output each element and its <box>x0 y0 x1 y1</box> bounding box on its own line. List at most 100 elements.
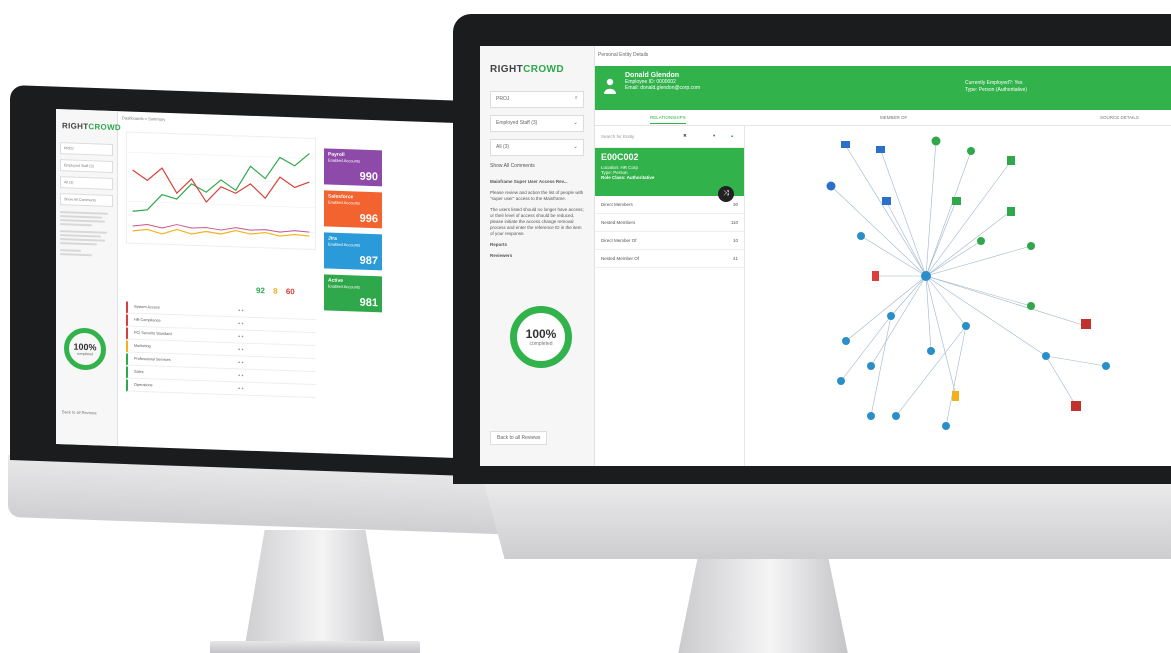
entity-name: Donald Glendon <box>625 72 680 79</box>
list-item[interactable]: Nested Members 110 <box>595 214 744 232</box>
graph-node <box>967 147 975 155</box>
graph-node <box>1042 352 1050 360</box>
review-title: Mainframe Super User Access Rev... <box>490 179 568 184</box>
entity-code: E00C002 <box>601 152 639 162</box>
graph-node <box>882 197 891 205</box>
back-sidebar: RIGHTCROWD PROJ Employed Staff (3) All (… <box>56 109 121 447</box>
back-filter-staff[interactable]: Employed Staff (3) <box>60 159 113 173</box>
back-summary-counts: 92 8 60 <box>256 286 295 296</box>
back-logo: RIGHTCROWD <box>62 121 121 133</box>
front-completion-label: completed <box>529 341 553 347</box>
chevron-down-icon: ⌄ <box>572 120 578 126</box>
graph-node <box>1007 156 1015 165</box>
front-monitor: RIGHTCROWD PROJ ⌕ Employed Staff (3) ⌄ All… <box>453 14 1171 653</box>
tab-member-of[interactable]: MEMBER OF <box>880 115 907 120</box>
graph-node <box>1102 362 1110 370</box>
list-item[interactable]: Nested Member Of 41 <box>595 250 744 268</box>
back-count-yellow: 8 <box>273 286 278 296</box>
back-monitor-foot <box>210 641 420 653</box>
front-sidebar: RIGHTCROWD PROJ ⌕ Employed Staff (3) ⌄ All… <box>480 46 595 466</box>
chevron-down-icon: ⌄ <box>572 144 578 150</box>
chevron-up-icon[interactable]: ▴ <box>731 133 733 139</box>
graph-node <box>977 237 985 245</box>
reports-label: Reports <box>490 242 508 247</box>
back-search-field[interactable]: PROJ <box>60 142 113 156</box>
review-notes: The users listed should no longer have a… <box>490 207 584 236</box>
graph-node <box>931 136 941 146</box>
graph-node <box>867 412 875 420</box>
back-line-chart <box>126 131 316 251</box>
review-description: Mainframe Super User Access Rev... Pleas… <box>490 179 584 259</box>
tab-relationships[interactable]: RELATIONSHIPS <box>650 115 686 124</box>
graph-node-center <box>921 271 931 281</box>
back-show-comments[interactable]: Show All Comments <box>60 193 113 207</box>
graph-node <box>1071 401 1081 411</box>
graph-node <box>841 141 850 148</box>
product-showcase: RIGHTCROWD PROJ Employed Staff (3) All (… <box>0 0 1171 653</box>
back-completion-label: completed <box>76 351 94 357</box>
list-item[interactable]: Direct Member Of 10 <box>595 232 744 250</box>
front-logo: RIGHTCROWD <box>490 64 564 75</box>
graph-node <box>1027 242 1035 250</box>
back-tile-salesforce[interactable]: Salesforce Enabled Accounts 996 <box>324 190 382 229</box>
back-filter-all[interactable]: All (3) <box>60 176 113 190</box>
back-chart-series-yellow <box>132 228 310 237</box>
graph-node <box>872 271 879 281</box>
graph-node <box>857 232 865 240</box>
reviewers-label: Reviewers <box>490 253 513 258</box>
graph-node <box>942 422 950 430</box>
back-count-green: 92 <box>256 285 265 296</box>
entity-status: Currently Employed?: Yes Type: Person (A… <box>965 80 1027 94</box>
graph-node <box>887 312 895 320</box>
back-to-reviews-button[interactable]: Back to all Reviews <box>490 431 548 445</box>
front-monitor-stand <box>678 554 848 653</box>
graph-node <box>1081 319 1091 329</box>
search-icon: ⌕ <box>574 95 578 101</box>
relationship-panel: Search for Entity ✖ ▾ ▴ E00C002 Location… <box>595 126 745 466</box>
entity-role-class: Role Class: Authoritative <box>601 175 655 180</box>
back-tile-active[interactable]: Active Enabled Accounts 981 <box>324 274 382 313</box>
entity-header: Donald Glendon Employee ID: 0000002 Emai… <box>595 66 1171 110</box>
back-text-lines <box>60 211 113 257</box>
graph-node <box>1007 207 1015 216</box>
back-monitor: RIGHTCROWD PROJ Employed Staff (3) All (… <box>8 85 517 653</box>
entity-tabs: RELATIONSHIPS MEMBER OF SOURCE DETAILS <box>595 110 1171 126</box>
tab-source-details[interactable]: SOURCE DETAILS <box>1100 115 1139 120</box>
relationship-graph[interactable] <box>746 126 1171 466</box>
back-review-table: System Access ● ● HR Compliance ● ● PCI Se… <box>126 301 316 399</box>
graph-node <box>952 197 961 205</box>
list-item[interactable]: Direct Members 30 <box>595 196 744 214</box>
front-search-input[interactable]: PROJ ⌕ <box>490 91 584 108</box>
front-completion-ring: 100% completed <box>510 306 572 368</box>
graph-node <box>892 412 900 420</box>
breadcrumb: Personal Entity Details <box>598 52 649 58</box>
graph-node <box>1027 302 1035 310</box>
front-completion-percent: 100% <box>525 327 557 341</box>
back-chart-series-red <box>132 167 310 203</box>
graph-node <box>962 322 970 330</box>
back-count-red: 60 <box>285 287 295 297</box>
back-breadcrumb: Dashboards > Summary <box>122 115 166 122</box>
graph-node <box>927 347 935 355</box>
back-monitor-screen: RIGHTCROWD PROJ Employed Staff (3) All (… <box>56 109 506 460</box>
back-tile-payroll[interactable]: Payroll Enabled Accounts 990 <box>324 148 382 187</box>
front-filter-all-select[interactable]: All (3) ⌄ <box>490 139 584 156</box>
back-to-reviews-button[interactable]: Back to all Reviews <box>62 409 97 415</box>
entity-search-input[interactable]: Search for Entity ✖ ▾ ▴ <box>595 126 744 148</box>
entity-employed: Currently Employed?: Yes <box>965 80 1023 86</box>
graph-node <box>867 362 875 370</box>
chevron-down-icon[interactable]: ▾ <box>713 133 715 139</box>
selected-entity-card[interactable]: E00C002 Location: HR Corp Type: Person R… <box>595 148 744 202</box>
graph-node <box>842 337 850 345</box>
back-monitor-stand <box>245 530 385 645</box>
back-tile-jira[interactable]: Jira Enabled Accounts 987 <box>324 232 382 271</box>
front-filter-staff-select[interactable]: Employed Staff (3) ⌄ <box>490 115 584 132</box>
show-all-comments-link[interactable]: Show All Comments <box>490 163 584 169</box>
person-icon <box>604 78 616 94</box>
graph-node <box>952 391 959 401</box>
back-completion-ring: 100% completed <box>64 327 106 371</box>
entity-type: Type: Person (Authoritative) <box>965 87 1027 93</box>
close-icon[interactable]: ✖ <box>683 133 687 139</box>
front-monitor-chin <box>483 479 1171 559</box>
graph-node <box>876 146 885 153</box>
